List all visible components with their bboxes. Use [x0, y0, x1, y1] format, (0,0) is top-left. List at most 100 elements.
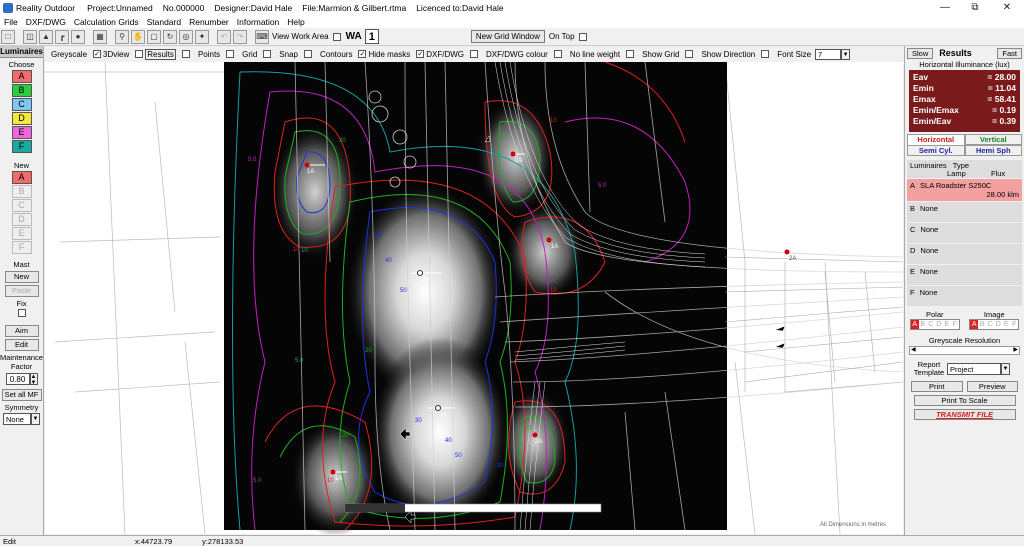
preview-button[interactable]: Preview: [966, 381, 1018, 392]
polar-option-f[interactable]: F: [951, 320, 959, 329]
polar-selector[interactable]: ABCDEF: [909, 319, 960, 330]
slider-right-icon[interactable]: ▶: [1013, 346, 1018, 353]
luminaire-3[interactable]: [546, 237, 552, 243]
polar-option-b[interactable]: B: [919, 320, 927, 329]
choose-luminaire-d[interactable]: D: [11, 112, 32, 125]
greyscale-checkbox[interactable]: ✓: [93, 50, 102, 58]
rotate-icon[interactable]: ↻: [163, 29, 177, 44]
luminaire-row-c[interactable]: C None: [907, 223, 1022, 243]
fit-view-icon[interactable]: ▢: [147, 29, 161, 44]
print-button[interactable]: Print: [911, 381, 963, 392]
new-grid-window-button[interactable]: New Grid Window: [470, 30, 545, 43]
fix-checkbox[interactable]: [17, 308, 26, 317]
shapes-icon[interactable]: ▲: [39, 29, 53, 44]
new-luminaire-a[interactable]: A: [11, 171, 32, 184]
choose-luminaire-e[interactable]: E: [11, 126, 32, 139]
image-option-c[interactable]: C: [986, 320, 994, 329]
menu-dxf[interactable]: DXF/DWG: [22, 17, 70, 27]
node-tool-icon[interactable]: ●: [71, 29, 85, 44]
on-top-checkbox[interactable]: [578, 32, 587, 41]
keyboard-icon[interactable]: ⌨: [255, 29, 269, 44]
menu-file[interactable]: File: [0, 17, 22, 27]
no-line-weight-checkbox[interactable]: [626, 50, 635, 58]
polar-option-e[interactable]: E: [943, 320, 951, 329]
menu-calculation-grids[interactable]: Calculation Grids: [70, 17, 143, 27]
image-option-a[interactable]: A: [970, 320, 979, 329]
new-luminaire-f[interactable]: F: [11, 241, 32, 254]
slow-button[interactable]: Slow: [907, 47, 934, 59]
report-template-select[interactable]: Project: [947, 363, 1001, 375]
luminaire-6[interactable]: [532, 432, 538, 438]
image-selector[interactable]: ABCDEF: [969, 319, 1020, 330]
new-luminaire-d[interactable]: D: [11, 213, 32, 226]
compass-icon[interactable]: ✦: [195, 29, 209, 44]
menu-information[interactable]: Information: [233, 17, 284, 27]
polar-option-c[interactable]: C: [927, 320, 935, 329]
redo-icon[interactable]: ↷: [233, 29, 247, 44]
choose-luminaire-b[interactable]: B: [11, 84, 32, 97]
image-option-d[interactable]: D: [994, 320, 1002, 329]
tab-vertical[interactable]: Vertical: [964, 134, 1022, 145]
close-icon[interactable]: ✕: [992, 0, 1022, 15]
chevron-down-icon[interactable]: ▼: [31, 413, 40, 425]
choose-luminaire-a[interactable]: A: [11, 70, 32, 83]
menu-renumber[interactable]: Renumber: [185, 17, 233, 27]
choose-luminaire-c[interactable]: C: [11, 98, 32, 111]
grid-checkbox[interactable]: [263, 50, 272, 58]
tab-hemi-sph[interactable]: Hemi Sph: [964, 145, 1022, 156]
set-all-mf-button[interactable]: Set all MF: [1, 389, 42, 401]
slider-left-icon[interactable]: ◀: [911, 346, 916, 353]
pan-hand-icon[interactable]: ✋: [131, 29, 145, 44]
site-plan[interactable]: 1A 2A 1A 2A 2A 2A 1A 2A 5.0 10 20 30 40 …: [45, 62, 903, 534]
dxf-colour-checkbox[interactable]: [553, 50, 562, 58]
tab-horizontal[interactable]: Horizontal: [907, 134, 965, 145]
chevron-down-icon[interactable]: ▼: [841, 48, 851, 60]
luminaire-row-a[interactable]: A SLA Roadster S250C 28.00 klm: [907, 179, 1022, 201]
show-grid-checkbox[interactable]: [685, 50, 694, 58]
results-checkbox[interactable]: [181, 50, 190, 58]
font-size-select[interactable]: 7: [815, 48, 842, 60]
choose-luminaire-f[interactable]: F: [11, 140, 32, 153]
drawing-canvas[interactable]: 1A 2A 1A 2A 2A 2A 1A 2A 5.0 10 20 30 40 …: [45, 62, 903, 534]
symmetry-select[interactable]: None: [3, 413, 31, 425]
new-luminaire-c[interactable]: C: [11, 199, 32, 212]
wa-number[interactable]: 1: [364, 29, 379, 44]
show-direction-checkbox[interactable]: [761, 50, 770, 58]
select-tool-icon[interactable]: ┏: [55, 29, 69, 44]
undo-icon[interactable]: ↶: [217, 29, 231, 44]
image-option-f[interactable]: F: [1010, 320, 1018, 329]
grid-tool-icon[interactable]: ▦: [93, 29, 107, 44]
mf-spinner-icon[interactable]: ▲ ▼: [29, 373, 38, 386]
view-work-area-checkbox[interactable]: [332, 32, 341, 41]
print-to-scale-button[interactable]: Print To Scale: [913, 395, 1016, 406]
new-luminaire-b[interactable]: B: [11, 185, 32, 198]
points-checkbox[interactable]: [226, 50, 235, 58]
paste-button[interactable]: Paste: [4, 285, 39, 297]
polar-option-a[interactable]: A: [910, 320, 919, 329]
luminaire-row-b[interactable]: B None: [907, 202, 1022, 222]
3dview-checkbox[interactable]: [135, 50, 144, 58]
maintenance-factor-input[interactable]: 0.80: [5, 373, 30, 385]
menu-help[interactable]: Help: [283, 17, 308, 27]
contours-checkbox[interactable]: ✓: [358, 50, 367, 58]
transmit-file-button[interactable]: TRANSMIT FILE: [913, 409, 1016, 420]
chevron-down-icon[interactable]: ▼: [1001, 363, 1010, 375]
polar-option-d[interactable]: D: [935, 320, 943, 329]
new-doc-icon[interactable]: □: [1, 29, 15, 44]
zoom-icon[interactable]: ⚲: [115, 29, 129, 44]
luminaire-row-f[interactable]: F None: [907, 286, 1022, 306]
layers-icon[interactable]: ◫: [23, 29, 37, 44]
luminaire-row-d[interactable]: D None: [907, 244, 1022, 264]
fast-button[interactable]: Fast: [997, 47, 1022, 59]
tab-semi-cyl[interactable]: Semi Cyl.: [907, 145, 965, 156]
luminaire-8[interactable]: [784, 249, 790, 255]
edit-button[interactable]: Edit: [4, 339, 39, 351]
aim-button[interactable]: Aim: [4, 325, 39, 337]
luminaire-row-e[interactable]: E None: [907, 265, 1022, 285]
maximize-icon[interactable]: ⧉: [960, 0, 990, 15]
image-option-b[interactable]: B: [978, 320, 986, 329]
hide-masks-checkbox[interactable]: ✓: [416, 50, 425, 58]
greyscale-resolution-slider[interactable]: ◀ ▶: [909, 346, 1020, 355]
mast-new-button[interactable]: New: [4, 271, 39, 283]
snap-checkbox[interactable]: [303, 50, 312, 58]
